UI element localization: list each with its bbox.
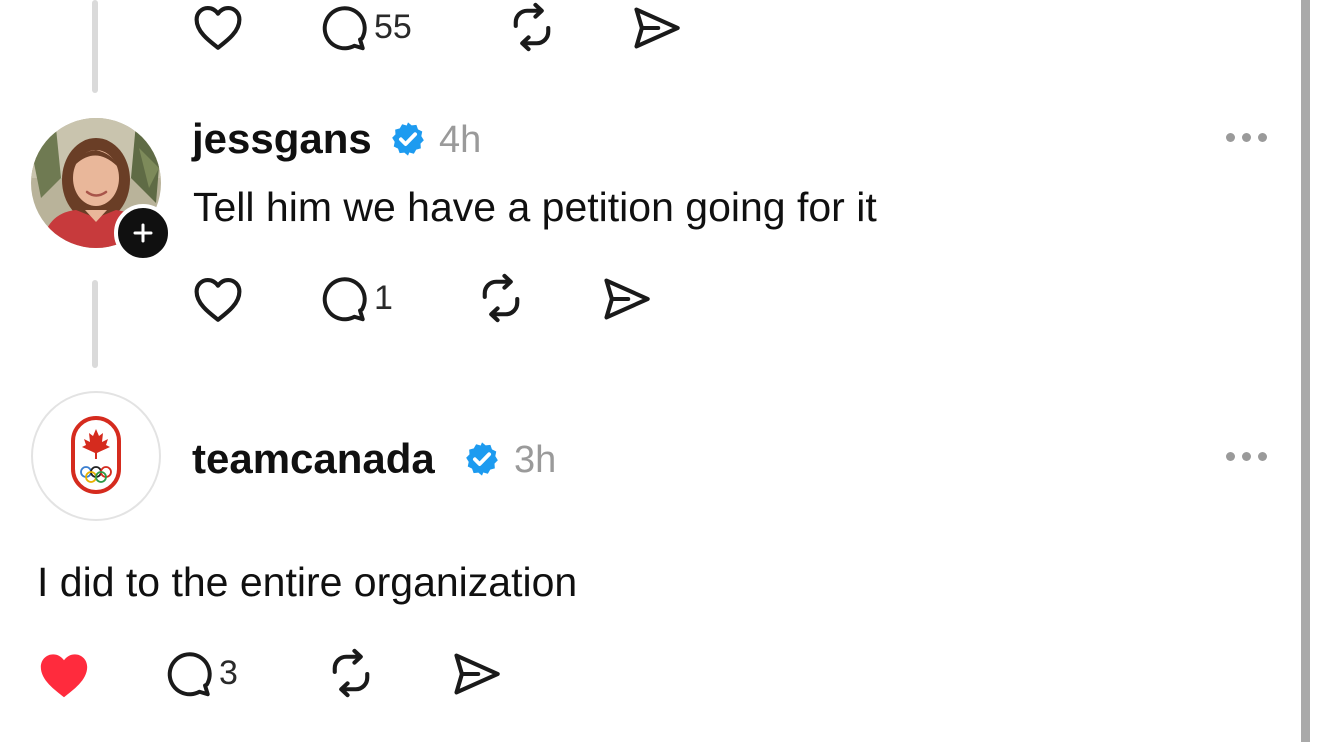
repost-button[interactable] — [324, 647, 378, 699]
send-icon — [604, 278, 650, 320]
more-options-icon-dot — [1258, 133, 1267, 142]
share-button[interactable] — [600, 275, 652, 323]
comment-bubble-icon — [322, 6, 367, 51]
send-icon — [454, 653, 500, 695]
comment-button[interactable]: 1 — [318, 273, 393, 323]
comment-count: 55 — [374, 8, 412, 46]
like-button[interactable] — [191, 275, 245, 323]
comment-bubble-icon — [322, 277, 367, 322]
plus-icon — [133, 223, 153, 243]
repost-icon — [332, 648, 370, 698]
more-options-icon-dot — [1258, 452, 1267, 461]
threads-feed: 55 jessgans 4h Tell him we have a petiti… — [0, 0, 1320, 742]
heart-filled-icon — [40, 654, 88, 698]
team-canada-logo — [71, 416, 121, 494]
more-options-button[interactable] — [1226, 452, 1267, 461]
more-options-icon — [1226, 452, 1235, 461]
share-button[interactable] — [630, 4, 682, 52]
repost-button[interactable] — [474, 272, 528, 324]
more-options-icon — [1226, 133, 1235, 142]
thread-line-top — [92, 0, 98, 93]
verified-badge-icon — [466, 442, 498, 476]
follow-button[interactable] — [114, 204, 172, 262]
more-options-icon-dot — [1242, 452, 1251, 461]
comment-button[interactable]: 3 — [163, 648, 238, 698]
scrollbar[interactable] — [1301, 0, 1310, 742]
post-text: I did to the entire organization — [37, 559, 578, 605]
timestamp: 4h — [439, 119, 482, 161]
username[interactable]: teamcanada — [192, 438, 435, 480]
username[interactable]: jessgans — [192, 118, 372, 160]
repost-icon — [513, 2, 551, 52]
avatar-teamcanada[interactable] — [31, 391, 161, 521]
comment-count: 3 — [219, 654, 238, 692]
more-options-icon-dot — [1242, 133, 1251, 142]
heart-outline-icon — [194, 5, 242, 50]
heart-outline-icon — [194, 277, 242, 322]
thread-line-middle — [92, 280, 98, 368]
post-text: Tell him we have a petition going for it — [193, 184, 877, 230]
more-options-button[interactable] — [1226, 133, 1267, 142]
comment-count: 1 — [374, 279, 393, 317]
repost-button[interactable] — [505, 1, 559, 53]
repost-icon — [482, 273, 520, 323]
comment-button[interactable]: 55 — [318, 2, 412, 52]
like-button[interactable] — [191, 3, 245, 51]
send-icon — [634, 7, 680, 49]
share-button[interactable] — [450, 650, 502, 698]
comment-bubble-icon — [167, 652, 212, 697]
verified-badge-icon — [392, 122, 424, 156]
timestamp: 3h — [514, 439, 557, 481]
like-button[interactable] — [36, 650, 92, 700]
